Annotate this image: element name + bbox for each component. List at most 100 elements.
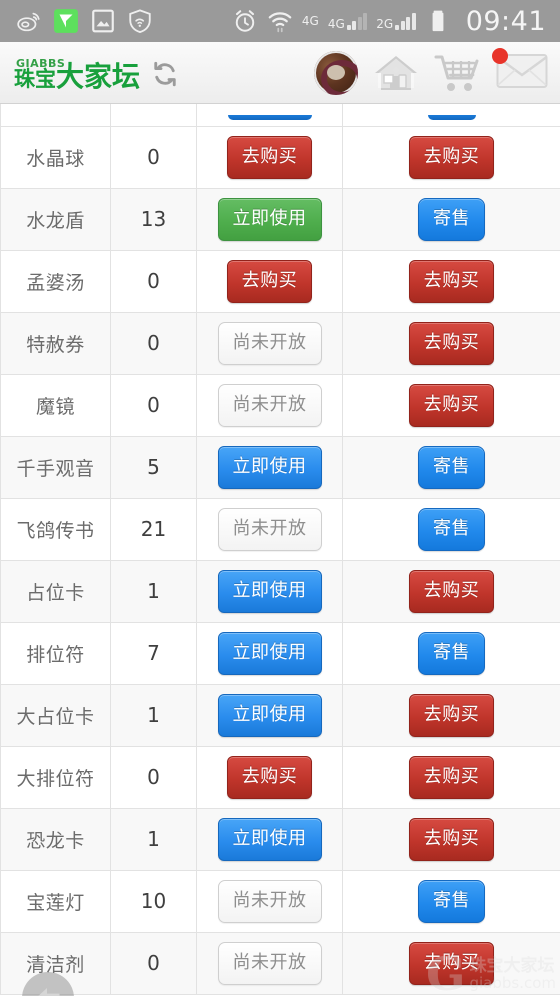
table-cell-qty: 13 [110,187,197,251]
action-button[interactable]: 立即使用 [217,631,322,675]
table-cell-qty: 0 [110,745,197,809]
message-button[interactable] [492,47,548,95]
table-cell-name: 宝莲灯 [0,869,111,933]
table-cell-consign[interactable]: 寄售 [342,497,560,561]
table-cell-action[interactable]: 尚未开放 [196,311,343,375]
table-cell-consign[interactable]: 寄售 [342,869,560,933]
table-cell-name: 飞鸽传书 [0,497,111,561]
consign-button[interactable]: 寄售 [418,879,485,923]
user-avatar[interactable] [314,50,358,95]
table-row: 大占位卡 1 立即使用 去购买 [0,683,560,747]
table-cell-qty: 0 [110,931,197,995]
logo-english-text: GIABBS [16,56,66,70]
consign-button[interactable]: 去购买 [408,693,495,737]
table-cell-action[interactable]: 尚未开放 [196,869,343,933]
table-cell-action[interactable]: 去购买 [196,249,343,313]
table-cell-action[interactable]: 立即使用 [196,683,343,747]
table-cell-qty: 10 [110,869,197,933]
table-cell-action[interactable]: 尚未开放 [196,373,343,437]
header-actions [314,47,548,95]
table-cell-action[interactable]: 尚未开放 [196,931,343,995]
table-cell-action[interactable]: 立即使用 [196,435,343,499]
action-button[interactable]: 去购买 [226,135,313,179]
back-arrow-icon [38,988,60,996]
table-cell-consign[interactable]: 去购买 [342,249,560,313]
table-cell-qty: 1 [110,807,197,871]
table-cell-consign[interactable]: 寄售 [342,621,560,685]
signal-bars-two [395,12,416,30]
table-cell-name: 排位符 [0,621,111,685]
item-quantity: 5 [147,455,160,479]
signal-group-one: 4G [328,12,368,30]
table-cell-consign[interactable]: 寄售 [342,187,560,251]
table-cell-consign[interactable]: 去购买 [342,125,560,189]
table-cell-consign[interactable]: 去购买 [342,807,560,871]
table-row: 恐龙卡 1 立即使用 去购买 [0,807,560,871]
table-cell-consign[interactable]: 去购买 [342,745,560,809]
table-cell-name: 大排位符 [0,745,111,809]
consign-button[interactable]: 去购买 [408,135,495,179]
consign-button[interactable]: 去购买 [408,569,495,613]
refresh-icon[interactable] [150,59,180,89]
consign-button[interactable]: 去购买 [408,755,495,799]
table-cell-action[interactable]: 立即使用 [196,807,343,871]
table-cell-action[interactable]: 尚未开放 [196,497,343,561]
app-header: GIABBS 珠宝大家坛 [0,42,560,104]
table-row: 大排位符 0 去购买 去购买 [0,745,560,809]
consign-button[interactable]: 去购买 [408,321,495,365]
item-name: 特赦券 [26,333,85,356]
item-name: 大排位符 [16,767,95,790]
table-cell-consign[interactable]: 去购买 [342,559,560,623]
clipped-consign-button[interactable] [427,115,476,121]
security-shield-icon [129,9,151,34]
home-icon[interactable] [372,51,420,95]
table-cell-action[interactable]: 去购买 [196,745,343,809]
table-cell-action[interactable]: 去购买 [196,125,343,189]
clipped-action-button[interactable] [227,115,312,121]
table-cell-qty: 0 [110,373,197,437]
table-cell-action[interactable]: 立即使用 [196,559,343,623]
table-cell-action[interactable] [196,104,343,127]
action-button[interactable]: 去购买 [226,755,313,799]
consign-button[interactable]: 寄售 [418,197,485,241]
status-bar: 4G 4G 2G 09:41 [0,0,560,42]
action-button[interactable]: 立即使用 [217,817,322,861]
item-quantity: 7 [147,641,160,665]
action-button[interactable]: 立即使用 [217,445,322,489]
table-cell-name [0,104,111,127]
consign-button[interactable]: 去购买 [408,383,495,427]
item-name: 占位卡 [26,581,85,604]
consign-button[interactable]: 寄售 [418,507,485,551]
signal-bars-one [346,12,368,30]
inventory-table-area[interactable]: 水晶球 0 去购买 去购买 水龙盾 13 立即使用 寄售 孟婆汤 0 去购买 去购买 特赦券 0 尚未开放去… [0,104,560,996]
item-name: 恐龙卡 [26,829,85,852]
table-cell-action[interactable]: 立即使用 [196,621,343,685]
consign-button[interactable]: 去购买 [408,259,495,303]
site-logo[interactable]: GIABBS 珠宝大家坛 [14,55,180,91]
table-cell-consign[interactable]: 去购买 [342,373,560,437]
action-button[interactable]: 去购买 [226,259,313,303]
table-cell-consign[interactable]: 去购买 [342,311,560,375]
action-button-disabled: 尚未开放 [217,879,322,923]
action-button[interactable]: 立即使用 [217,569,322,613]
consign-button[interactable]: 去购买 [408,941,495,985]
table-cell-name: 水龙盾 [0,187,111,251]
consign-button[interactable]: 寄售 [418,445,485,489]
table-cell-consign[interactable]: 去购买 [342,931,560,995]
consign-button[interactable]: 去购买 [408,817,495,861]
table-cell-name: 水晶球 [0,125,111,189]
item-name: 排位符 [26,643,85,666]
item-name: 千手观音 [16,457,95,480]
inventory-table-body: 水晶球 0 去购买 去购买 水龙盾 13 立即使用 寄售 孟婆汤 0 去购买 去购买 特赦券 0 尚未开放去… [0,104,560,995]
action-button[interactable]: 立即使用 [217,693,322,737]
table-row: 占位卡 1 立即使用 去购买 [0,559,560,623]
table-cell-consign[interactable]: 去购买 [342,683,560,747]
consign-button[interactable]: 寄售 [418,631,485,675]
action-button[interactable]: 立即使用 [217,197,322,241]
table-cell-consign[interactable] [342,104,560,127]
shopping-cart-icon[interactable] [434,52,482,94]
table-cell-consign[interactable]: 寄售 [342,435,560,499]
table-cell-action[interactable]: 立即使用 [196,187,343,251]
table-cell-name: 占位卡 [0,559,111,623]
network-type-tertiary: 2G [376,17,394,31]
